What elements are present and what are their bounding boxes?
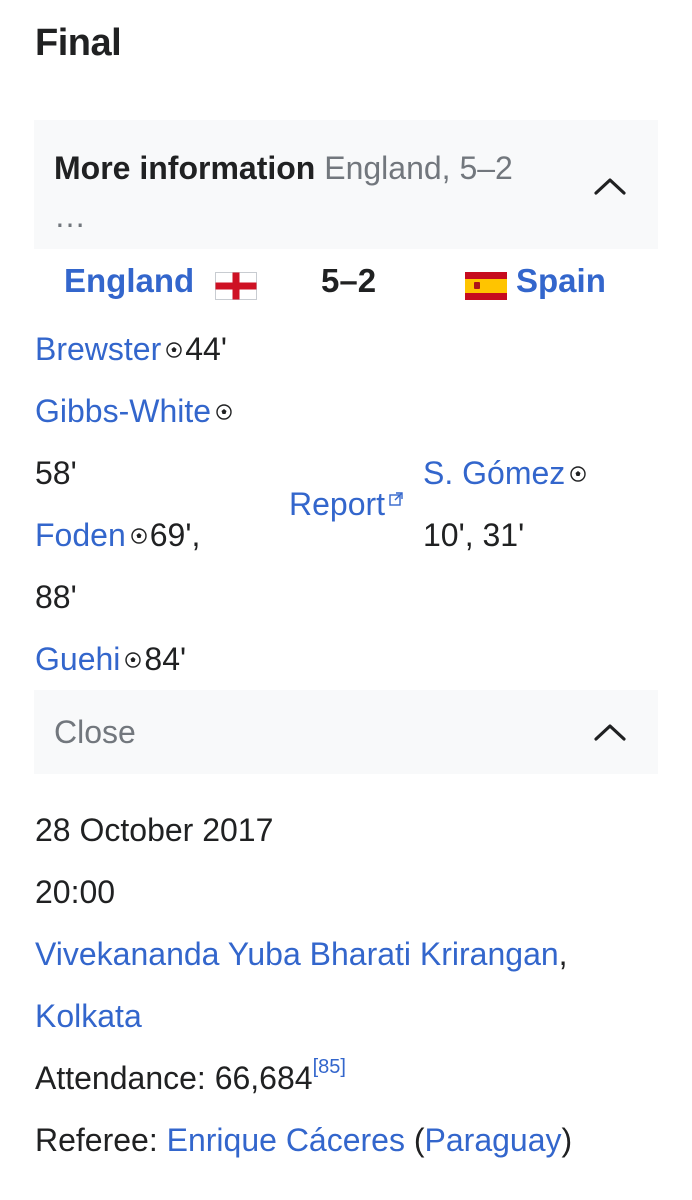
goal-minute: 10', 31': [423, 517, 525, 553]
referee-link[interactable]: Enrique Cáceres: [167, 1122, 405, 1158]
player-link-brewster[interactable]: Brewster: [35, 331, 161, 367]
attendance-text: Attendance: 66,684: [35, 1060, 313, 1096]
section-heading: Final: [35, 22, 122, 64]
referee-country-link[interactable]: Paraguay: [425, 1122, 562, 1158]
more-information-title: More information: [54, 150, 316, 186]
chevron-up-icon[interactable]: [594, 722, 626, 742]
goal-ball-icon: [131, 527, 147, 544]
match-referee: Referee: Enrique Cáceres (Paraguay): [35, 1122, 572, 1159]
match-attendance: Attendance: 66,684[85]: [35, 1056, 346, 1097]
goal-minute: 44': [185, 331, 227, 367]
match-date: 28 October 2017: [35, 812, 274, 848]
reference-link[interactable]: [85]: [313, 1056, 346, 1078]
close-label: Close: [54, 714, 136, 750]
home-goal-brewster: Brewster 44': [35, 331, 227, 368]
player-link-foden[interactable]: Foden: [35, 517, 126, 553]
away-goal-gomez: S. Gómez: [423, 455, 589, 492]
home-team-link[interactable]: England: [64, 262, 194, 300]
flag-england-icon: [215, 272, 257, 300]
goal-minute: 84': [144, 641, 187, 677]
goal-minute: 88': [35, 579, 77, 615]
city-link[interactable]: Kolkata: [35, 998, 142, 1034]
away-team-link[interactable]: Spain: [516, 262, 606, 300]
goal-ball-icon: [125, 651, 142, 668]
home-goal-foden: Foden 69',: [35, 517, 200, 554]
more-information-summary: England, 5–2: [324, 150, 513, 186]
match-score: 5–2: [321, 262, 377, 299]
goal-minute: 69',: [149, 517, 201, 553]
referee-close-paren: ): [561, 1122, 573, 1158]
match-time: 20:00: [35, 874, 116, 910]
referee-open-paren: (: [404, 1122, 425, 1158]
match-scoreline: England 5–2 Spain: [0, 262, 692, 306]
goal-ball-icon: [166, 341, 182, 358]
venue-link[interactable]: Vivekananda Yuba Bharati Krirangan: [35, 936, 559, 972]
more-information-toggle[interactable]: More information England, 5–2 …: [34, 120, 658, 249]
goal-minute: 58': [35, 455, 77, 491]
match-venue: Vivekananda Yuba Bharati Krirangan,: [35, 936, 568, 973]
more-information-text: More information England, 5–2 …: [54, 144, 574, 240]
close-toggle[interactable]: Close: [34, 690, 658, 774]
home-goal-guehi: Guehi 84': [35, 641, 186, 678]
referee-label: Referee:: [35, 1122, 167, 1158]
more-information-ellipsis: …: [54, 198, 86, 234]
external-link-icon: [389, 492, 403, 506]
home-goal-gibbs-white: Gibbs-White: [35, 393, 235, 430]
venue-comma: ,: [558, 936, 568, 972]
goal-ball-icon: [570, 465, 586, 482]
player-link-s-gomez[interactable]: S. Gómez: [423, 455, 565, 491]
player-link-gibbs-white[interactable]: Gibbs-White: [35, 393, 211, 429]
match-report: Report: [289, 486, 403, 523]
report-link[interactable]: Report: [289, 486, 385, 522]
player-link-guehi[interactable]: Guehi: [35, 641, 120, 677]
flag-spain-icon: [465, 272, 507, 300]
match-city: Kolkata: [35, 998, 142, 1035]
goal-ball-icon: [216, 403, 232, 420]
chevron-up-icon[interactable]: [594, 176, 626, 196]
